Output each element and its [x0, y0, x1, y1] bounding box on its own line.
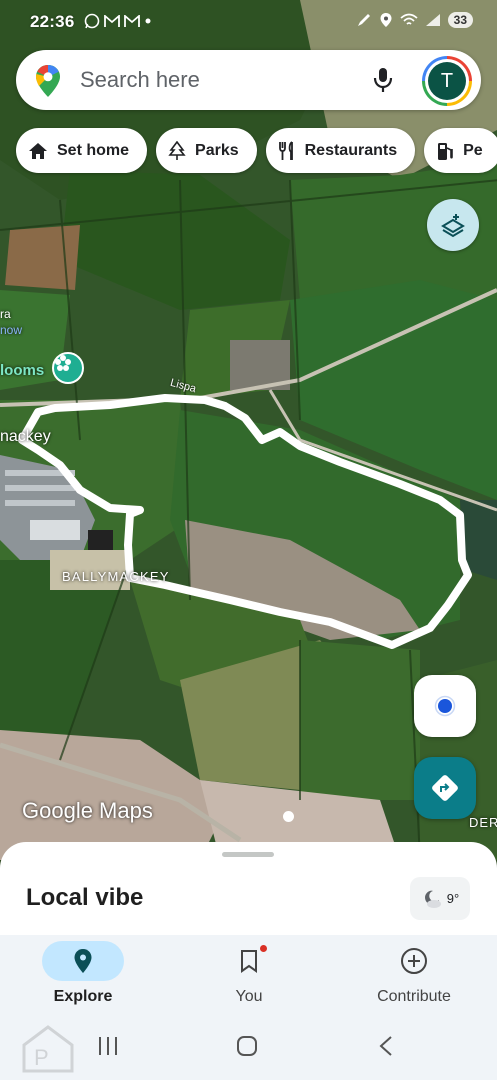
layers-icon [441, 214, 465, 238]
whatsapp-icon [84, 13, 100, 29]
google-maps-watermark: Google Maps [22, 798, 153, 823]
dot-icon [145, 18, 151, 24]
system-navigation-bar: P [0, 1017, 497, 1080]
microphone-icon[interactable] [372, 66, 394, 99]
open-now-label: now [0, 323, 23, 337]
my-location-button[interactable] [414, 675, 476, 737]
place-label-partial-mackey: nackey [0, 428, 51, 445]
nav-you[interactable]: You [166, 935, 332, 1017]
search-input[interactable]: Search here [80, 67, 200, 93]
chip-label: Parks [195, 141, 239, 159]
chip-petrol[interactable]: Pe [424, 128, 497, 173]
add-circle-icon [373, 941, 455, 981]
nav-label-explore: Explore [53, 988, 113, 1005]
place-label-partial-der: DER [469, 815, 497, 830]
wifi-icon [400, 13, 418, 25]
gmail-icon [104, 14, 120, 27]
chip-parks[interactable]: Parks [156, 128, 257, 173]
avatar[interactable]: T [422, 56, 472, 106]
status-time: 22:36 [30, 12, 75, 31]
page-indicator-dot [283, 811, 294, 822]
signal-icon [425, 14, 440, 26]
chip-label: Pe [463, 141, 483, 159]
back-icon[interactable] [378, 1035, 394, 1057]
layers-button[interactable] [427, 199, 479, 251]
home-icon [29, 142, 47, 159]
flower-icon[interactable] [52, 352, 84, 384]
location-icon [380, 13, 392, 27]
home-button-icon[interactable] [236, 1035, 258, 1057]
notification-icons [84, 13, 152, 29]
fork-knife-icon [278, 140, 293, 160]
tree-icon [168, 140, 186, 160]
drag-handle[interactable] [222, 852, 274, 857]
directions-icon [432, 775, 458, 801]
gmail-icon [124, 14, 140, 27]
notification-dot [260, 945, 267, 952]
svg-text:P: P [34, 1045, 49, 1070]
category-chips: Set home Parks Restaurants Pe [16, 128, 497, 173]
place-label-partial: ra [0, 307, 11, 321]
temperature: 9° [446, 891, 460, 906]
pen-icon [357, 14, 370, 26]
sheet-title: Local vibe [26, 884, 144, 911]
avatar-letter: T [428, 62, 466, 100]
chip-label: Restaurants [304, 141, 398, 159]
nav-label-contribute: Contribute [377, 988, 451, 1005]
moon-cloud-icon [424, 890, 441, 908]
weather-chip[interactable]: 9° [410, 877, 470, 920]
search-bar[interactable]: Search here T [16, 50, 481, 110]
gas-pump-icon [438, 142, 453, 160]
place-label-ballymackey: BALLYMACKEY [62, 569, 170, 584]
explore-pin-icon [42, 941, 124, 981]
nav-contribute[interactable]: Contribute [331, 935, 497, 1017]
status-bar: 22:36 33 [0, 0, 497, 44]
chip-restaurants[interactable]: Restaurants [265, 128, 416, 173]
place-label-blooms[interactable]: looms [0, 362, 44, 379]
watermark-logo-icon: P [22, 1025, 74, 1073]
recents-icon[interactable] [97, 1035, 119, 1057]
chip-label: Set home [57, 141, 130, 159]
system-status-icons: 33 [356, 12, 473, 28]
nav-label-you: You [235, 988, 263, 1005]
battery-indicator: 33 [447, 12, 473, 28]
google-maps-logo-icon [34, 64, 62, 103]
my-location-icon [434, 695, 456, 717]
directions-button[interactable] [414, 757, 476, 819]
bottom-navigation: Explore You Contribute [0, 935, 497, 1017]
nav-explore[interactable]: Explore [0, 935, 166, 1017]
bookmark-icon [208, 941, 290, 981]
chip-set-home[interactable]: Set home [16, 128, 148, 173]
